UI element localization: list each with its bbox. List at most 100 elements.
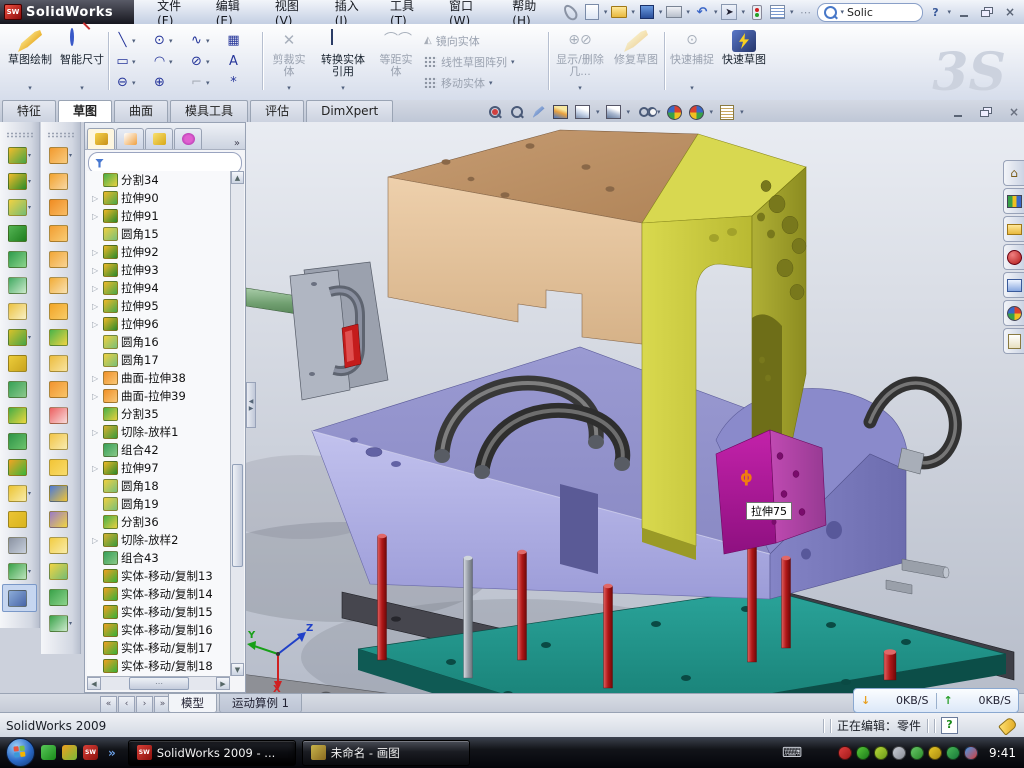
featuremanager-tab[interactable] (87, 128, 115, 149)
input-method-icon[interactable]: ⌨ (782, 745, 802, 761)
pattern-caret[interactable]: ▾ (511, 58, 515, 66)
view-orientation-caret[interactable]: ▾ (596, 108, 600, 116)
toolbar-button[interactable]: ▾ (0, 220, 39, 246)
tree-item[interactable]: ▷ 拉伸90 (87, 189, 230, 207)
toolbar-grip[interactable] (6, 132, 33, 138)
tree-item[interactable]: ▷ 拉伸97 (87, 459, 230, 477)
expand-arrow-icon[interactable]: ▷ (92, 428, 100, 437)
open-button[interactable] (610, 4, 628, 21)
custom-properties-tab[interactable] (1003, 328, 1024, 354)
new-document-caret[interactable]: ▾ (604, 8, 608, 16)
solidworks-quicklaunch-icon[interactable]: SW (83, 745, 98, 760)
display-style-icon[interactable] (605, 104, 622, 120)
tree-item[interactable]: ▷ 组合43 (87, 549, 230, 567)
toolbar-button[interactable]: ▾ (0, 168, 39, 194)
configurationmanager-tab[interactable] (145, 128, 173, 149)
quick-launch-overflow[interactable]: » (108, 746, 116, 760)
sketch-button[interactable]: 草图绘制▾ (6, 28, 54, 94)
expand-arrow-icon[interactable]: ▷ (92, 392, 100, 401)
open-caret[interactable]: ▾ (631, 8, 635, 16)
view-settings-icon[interactable] (718, 104, 735, 120)
offset-entities-button[interactable]: ⌒⌒ 等距实体 (374, 28, 418, 94)
toolbar-button[interactable]: ▾ (0, 558, 39, 584)
panel-tabs-overflow[interactable]: » (234, 138, 243, 149)
messenger-status-icon[interactable] (964, 746, 978, 760)
panel-splitter-handle[interactable]: ◀ ▶ (246, 382, 256, 428)
select-button[interactable]: ➤ (720, 4, 738, 21)
sketch-entity-button[interactable]: ⊙ ▾ (149, 30, 186, 51)
zoom-fit-icon[interactable] (486, 104, 503, 120)
toolbar-button[interactable]: ▾ (0, 454, 39, 480)
quick-snaps-button[interactable]: ⊙ 快速捕捉▾ (668, 28, 716, 94)
print-button[interactable] (665, 4, 683, 21)
toolbar-button[interactable]: ▾ (0, 142, 39, 168)
tree-item[interactable]: ▷ 圆角19 (87, 495, 230, 513)
solidworks-resources-tab[interactable]: ⌂ (1003, 160, 1024, 186)
tree-item[interactable]: ▷ 拉伸91 (87, 207, 230, 225)
model-tab[interactable]: 运动算例 1 (219, 694, 302, 713)
sketch-entity-button[interactable]: * ▾ (223, 72, 260, 93)
expand-arrow-icon[interactable]: ▷ (92, 212, 100, 221)
tree-item[interactable]: ▷ 拉伸96 (87, 315, 230, 333)
messenger-icon[interactable] (41, 745, 56, 760)
sketch-entity-button[interactable]: ▭ ▾ (112, 51, 149, 72)
sketch-entity-button[interactable]: ∿ ▾ (186, 30, 223, 51)
rebuild-button[interactable] (748, 4, 766, 21)
toolbar-button[interactable]: ▾ (0, 246, 39, 272)
toolbar-button[interactable]: ▾ (0, 402, 39, 428)
search-value[interactable]: Solic (847, 6, 873, 19)
search-results-tab[interactable] (1003, 244, 1024, 270)
launcher-icon[interactable] (62, 745, 77, 760)
tree-item[interactable]: ▷ 圆角15 (87, 225, 230, 243)
linear-sketch-pattern-button[interactable]: 线性草图阵列 ▾ (424, 53, 515, 70)
toolbar-button[interactable]: ▾ (41, 246, 80, 272)
expand-arrow-icon[interactable]: ▷ (92, 320, 100, 329)
toolbar-button[interactable]: ▾ (41, 480, 80, 506)
ribbon-tab[interactable]: 特征 (2, 100, 56, 122)
repair-sketch-button[interactable]: 修复草图 (612, 28, 660, 94)
smart-dimension-button[interactable]: 智能尺寸▾ (58, 28, 106, 94)
toolbar-button[interactable]: ▾ (41, 584, 80, 610)
toolbar-button[interactable]: ▾ (0, 194, 39, 220)
toolbar-button[interactable]: ▾ (41, 558, 80, 584)
pin-icon[interactable] (562, 4, 580, 21)
toolbar-button[interactable]: ▾ (0, 350, 39, 376)
tree-item[interactable]: ▷ 拉伸95 (87, 297, 230, 315)
sketch-entity-button[interactable]: ▦ ▾ (223, 30, 260, 51)
display-style-caret[interactable]: ▾ (627, 108, 631, 116)
toolbar-button[interactable]: ▾ (41, 350, 80, 376)
scroll-left-arrow[interactable]: ◀ (87, 677, 101, 690)
toolbar-button[interactable]: ▾ (0, 506, 39, 532)
tree-item[interactable]: ▷ 实体-移动/复制18 (87, 657, 230, 675)
tree-item[interactable]: ▷ 圆角17 (87, 351, 230, 369)
edit-appearance-icon[interactable] (666, 104, 683, 120)
help-caret[interactable]: ▾ (947, 8, 951, 16)
first-tab-button[interactable]: « (100, 696, 117, 713)
tree-item[interactable]: ▷ 实体-移动/复制13 (87, 567, 230, 585)
doc-restore-button[interactable] (976, 104, 996, 120)
tree-item[interactable]: ▷ 拉伸93 (87, 261, 230, 279)
undo-caret[interactable]: ▾ (714, 8, 718, 16)
search-box[interactable]: ▾ Solic (817, 3, 923, 22)
hide-show-items-icon[interactable] (635, 104, 652, 120)
sketch-entity-button[interactable]: ⊖ ▾ (112, 72, 149, 93)
tree-horizontal-scrollbar[interactable]: ◀ ⋯ ▶ (87, 676, 230, 690)
next-tab-button[interactable]: › (136, 696, 153, 713)
toolbar-button[interactable]: ▾ (0, 324, 39, 350)
view-orientation-icon[interactable] (574, 104, 591, 120)
print-caret[interactable]: ▾ (686, 8, 690, 16)
toolbar-button[interactable]: ▾ (0, 376, 39, 402)
taskbar-app-button[interactable]: 未命名 - 画图 (302, 740, 470, 766)
taskbar-app-button[interactable]: SW SolidWorks 2009 - ... (128, 740, 296, 766)
sync-icon[interactable] (910, 746, 924, 760)
zoom-area-icon[interactable] (508, 104, 525, 120)
select-caret[interactable]: ▾ (741, 8, 745, 16)
tree-item[interactable]: ▷ 圆角16 (87, 333, 230, 351)
toolbar-button[interactable]: ▾ (41, 532, 80, 558)
tree-item[interactable]: ▷ 拉伸92 (87, 243, 230, 261)
toolbar-button[interactable]: ▾ (0, 480, 39, 506)
graphics-viewport[interactable]: ϕ X Y Z 拉伸75 ⌂ (246, 122, 1024, 693)
tree-item[interactable]: ▷ 实体-移动/复制15 (87, 603, 230, 621)
toolbar-button[interactable]: ▾ (41, 376, 80, 402)
tree-item[interactable]: ▷ 曲面-拉伸39 (87, 387, 230, 405)
